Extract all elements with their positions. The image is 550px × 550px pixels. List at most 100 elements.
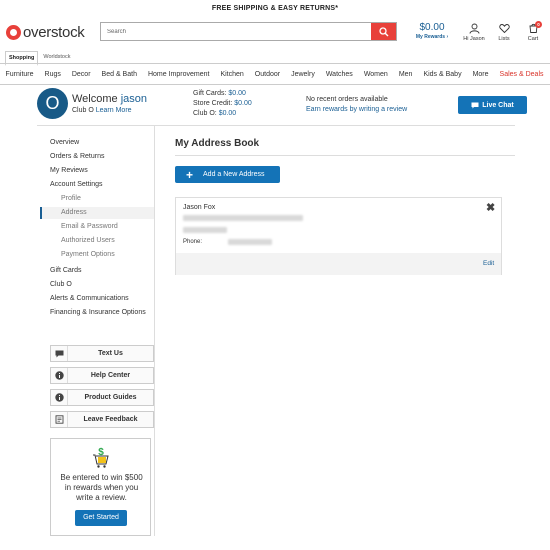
logo-text: overstock — [23, 23, 85, 41]
info-icon — [51, 368, 68, 383]
category-kitchen[interactable]: Kitchen — [215, 71, 249, 78]
category-home-improvement[interactable]: Home Improvement — [142, 71, 214, 78]
sidebar-item-address[interactable]: Address — [61, 209, 87, 216]
redacted-address-line — [183, 215, 303, 221]
club-o-line: Club O Learn More — [72, 107, 132, 114]
redacted-address-line — [183, 227, 227, 233]
category-decor[interactable]: Decor — [66, 71, 96, 78]
gift-cards-value[interactable]: $0.00 — [228, 90, 246, 97]
gift-cards-label: Gift Cards: — [193, 90, 227, 97]
phone-label: Phone: — [183, 239, 203, 245]
text-us-button[interactable]: Text Us — [50, 345, 154, 362]
divider — [0, 84, 550, 85]
active-nav-highlight — [40, 207, 154, 219]
club-o-balance: Club O: $0.00 — [193, 110, 236, 117]
gift-cards-balance: Gift Cards: $0.00 — [193, 90, 246, 97]
review-promo-card: $ Be entered to win $500 in rewards when… — [50, 438, 151, 536]
chat-bubble-icon — [471, 102, 479, 108]
category-bed-bath[interactable]: Bed & Bath — [96, 71, 142, 78]
welcome-greeting: Welcome — [72, 93, 118, 105]
text-us-label: Text Us — [98, 350, 123, 357]
help-center-label: Help Center — [90, 372, 131, 379]
rewards-label: My Rewards › — [415, 34, 449, 40]
store-credit-balance: Store Credit: $0.00 — [193, 100, 252, 107]
earn-rewards-link[interactable]: Earn rewards by writing a review — [306, 106, 407, 113]
add-address-button[interactable]: + Add a New Address — [175, 166, 280, 183]
logo-mark-icon — [6, 24, 21, 40]
club-o-value[interactable]: $0.00 — [219, 110, 237, 117]
feedback-icon — [51, 412, 68, 427]
store-credit-value[interactable]: $0.00 — [234, 100, 252, 107]
store-credit-label: Store Credit: — [193, 100, 233, 107]
lists-label: Lists — [498, 36, 510, 42]
dollar-cart-icon: $ — [93, 447, 109, 468]
account-label: Hi Jason — [463, 36, 485, 42]
recent-orders-text: No recent orders available — [306, 96, 388, 103]
lists-link[interactable]: Lists — [490, 23, 518, 42]
cart-count-badge: 0 — [535, 21, 542, 28]
divider — [37, 125, 515, 126]
category-women[interactable]: Women — [358, 71, 393, 78]
review-promo-text: Be entered to win $500 in rewards when y… — [60, 473, 143, 502]
divider — [154, 126, 155, 536]
category-furniture[interactable]: Furniture — [0, 71, 39, 78]
sidebar-item-overview[interactable]: Overview — [50, 139, 79, 146]
category-more[interactable]: More — [467, 71, 494, 78]
address-card-footer — [176, 253, 501, 275]
category-outdoor[interactable]: Outdoor — [249, 71, 285, 78]
sidebar-item-profile[interactable]: Profile — [61, 195, 81, 202]
plus-icon: + — [186, 167, 194, 182]
heart-icon — [498, 24, 510, 34]
live-chat-label: Live Chat — [482, 101, 514, 109]
svg-text:$: $ — [98, 447, 104, 458]
cart-link[interactable]: Cart 0 — [519, 21, 547, 42]
get-started-button[interactable]: Get Started — [75, 510, 127, 526]
page-title: My Address Book — [175, 138, 260, 149]
category-men[interactable]: Men — [393, 71, 418, 78]
search-icon — [378, 26, 388, 36]
sidebar-item-orders-returns[interactable]: Orders & Returns — [50, 153, 104, 160]
sidebar-item-authorized-users[interactable]: Authorized Users — [61, 237, 115, 244]
add-address-label: Add a New Address — [203, 171, 265, 178]
club-o-label: Club O: — [193, 110, 217, 117]
edit-address-link[interactable]: Edit — [483, 260, 494, 267]
category-sales-deals[interactable]: Sales & Deals — [494, 71, 549, 78]
live-chat-button[interactable]: Live Chat — [458, 96, 527, 114]
leave-feedback-button[interactable]: Leave Feedback — [50, 411, 154, 428]
category-rugs[interactable]: Rugs — [39, 71, 66, 78]
sidebar-item-financing[interactable]: Financing & Insurance Options — [50, 309, 146, 316]
sidebar-item-gift-cards[interactable]: Gift Cards — [50, 267, 82, 274]
account-menu[interactable]: Hi Jason — [460, 23, 488, 42]
category-jewelry[interactable]: Jewelry — [286, 71, 321, 78]
my-rewards[interactable]: $0.00 My Rewards › — [410, 22, 454, 40]
promo-banner[interactable]: FREE SHIPPING & EASY RETURNS* — [0, 0, 550, 18]
category-kids-baby[interactable]: Kids & Baby — [418, 71, 467, 78]
address-name: Jason Fox — [183, 204, 216, 211]
product-guides-button[interactable]: Product Guides — [50, 389, 154, 406]
product-guides-label: Product Guides — [84, 394, 137, 401]
search-input[interactable] — [101, 23, 371, 40]
active-nav-indicator — [40, 207, 42, 219]
welcome-heading: Welcome jason — [72, 93, 147, 105]
sidebar-item-email-password[interactable]: Email & Password — [61, 223, 118, 230]
help-center-button[interactable]: Help Center — [50, 367, 154, 384]
chat-icon — [51, 346, 68, 361]
address-card: Jason Fox Phone: ✖ Edit — [175, 197, 502, 275]
overstock-logo[interactable]: overstock — [6, 22, 88, 42]
leave-feedback-label: Leave Feedback — [83, 416, 138, 423]
learn-more-link[interactable]: Learn More — [96, 107, 132, 114]
category-watches[interactable]: Watches — [320, 71, 358, 78]
delete-address-icon[interactable]: ✖ — [486, 203, 495, 214]
search-button[interactable] — [371, 23, 396, 40]
category-nav: Furniture Rugs Decor Bed & Bath Home Imp… — [0, 64, 550, 84]
divider — [175, 155, 515, 156]
user-icon — [469, 23, 479, 34]
sidebar-item-club-o[interactable]: Club O — [50, 281, 72, 288]
sidebar-item-account-settings[interactable]: Account Settings — [50, 181, 103, 188]
welcome-user-name: jason — [120, 93, 148, 105]
sidebar-item-alerts[interactable]: Alerts & Communications — [50, 295, 129, 302]
avatar: O — [37, 88, 68, 119]
sidebar-item-my-reviews[interactable]: My Reviews — [50, 167, 88, 174]
sidebar-item-payment-options[interactable]: Payment Options — [61, 251, 115, 258]
search-bar — [100, 22, 397, 41]
